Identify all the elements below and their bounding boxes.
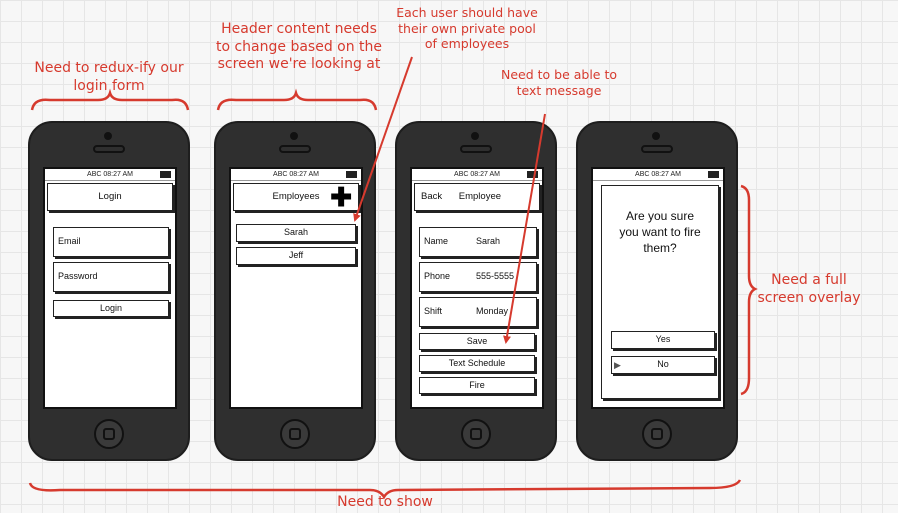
confirm-overlay: Are you sure you want to fire them? Yes … (601, 185, 719, 399)
note-employee-pool: Each user should have their own private … (396, 5, 538, 52)
employees-screen: ABC 08:27 AM Employees ✚ Sarah Jeff (229, 167, 363, 409)
save-button[interactable]: Save (419, 333, 535, 350)
speaker (93, 145, 125, 153)
no-button[interactable]: ▶ No (611, 356, 715, 374)
brace-header (216, 88, 378, 111)
camera (471, 132, 479, 140)
phone-login: ABC 08:27 AM Login Email Password Login (28, 121, 190, 461)
phone-employees: ABC 08:27 AM Employees ✚ Sarah Jeff (214, 121, 376, 461)
login-button[interactable]: Login (53, 300, 169, 317)
home-button (280, 419, 310, 449)
home-button (461, 419, 491, 449)
back-button[interactable]: Back (421, 191, 442, 202)
field-label: Shift (424, 306, 443, 316)
password-field[interactable]: Password (53, 262, 169, 292)
status-text: ABC 08:27 AM (273, 171, 319, 178)
shift-field[interactable]: Shift Monday (419, 297, 537, 327)
text-schedule-button[interactable]: Text Schedule (419, 355, 535, 372)
password-label: Password (58, 271, 98, 281)
no-label: No (657, 359, 669, 369)
employee-row-label: Jeff (288, 250, 304, 260)
login-title: Login (98, 191, 122, 202)
employee-row-label: Sarah (283, 227, 309, 237)
speaker (641, 145, 673, 153)
fire-button[interactable]: Fire (419, 377, 535, 394)
add-employee-icon[interactable]: ✚ (330, 184, 352, 210)
employees-header: Employees ✚ (233, 183, 359, 211)
camera (652, 132, 660, 140)
speaker (279, 145, 311, 153)
employee-title: Employee (458, 191, 502, 202)
battery-icon (708, 171, 719, 178)
phone-field[interactable]: Phone 555-5555 (419, 262, 537, 292)
employee-row-sarah[interactable]: Sarah (236, 224, 356, 242)
employee-row-jeff[interactable]: Jeff (236, 247, 356, 265)
note-fullscreen-overlay: Need a full screen overlay (757, 272, 861, 306)
status-text: ABC 08:27 AM (635, 171, 681, 178)
note-redux-login: Need to redux-ify our login form (34, 60, 184, 94)
camera (104, 132, 112, 140)
yes-button[interactable]: Yes (611, 331, 715, 349)
confirm-question: Are you sure you want to fire them? (619, 209, 701, 255)
text-schedule-label: Text Schedule (448, 358, 506, 368)
employee-screen: ABC 08:27 AM Back Employee Name Sarah Ph… (410, 167, 544, 409)
email-label: Email (58, 236, 81, 246)
yes-label: Yes (655, 334, 671, 344)
employee-header: Back Employee (414, 183, 540, 211)
name-field[interactable]: Name Sarah (419, 227, 537, 257)
email-field[interactable]: Email (53, 227, 169, 257)
home-button (94, 419, 124, 449)
login-button-label: Login (99, 303, 123, 313)
phone-employee-detail: ABC 08:27 AM Back Employee Name Sarah Ph… (395, 121, 557, 461)
cursor-icon: ▶ (614, 360, 621, 370)
camera (290, 132, 298, 140)
home-button (642, 419, 672, 449)
status-text: ABC 08:27 AM (87, 171, 133, 178)
note-header-content: Header content needs to change based on … (215, 21, 383, 72)
battery-icon (527, 171, 538, 178)
fire-label: Fire (469, 380, 485, 390)
field-value: Monday (476, 306, 509, 316)
note-need-to-show: Need to show (337, 494, 433, 510)
field-value: 555-5555 (476, 271, 515, 281)
battery-icon (160, 171, 171, 178)
field-label: Name (424, 236, 449, 246)
login-screen: ABC 08:27 AM Login Email Password Login (43, 167, 177, 409)
phone-confirm-overlay: ABC 08:27 AM Are you sure you want to fi… (576, 121, 738, 461)
login-header: Login (47, 183, 173, 211)
field-label: Phone (424, 271, 451, 281)
speaker (460, 145, 492, 153)
battery-icon (346, 171, 357, 178)
status-text: ABC 08:27 AM (454, 171, 500, 178)
field-value: Sarah (476, 236, 501, 246)
confirm-screen: ABC 08:27 AM Are you sure you want to fi… (591, 167, 725, 409)
employees-title: Employees (272, 191, 320, 202)
save-label: Save (466, 336, 488, 346)
note-text-message: Need to be able to text message (500, 67, 618, 98)
brace-login (30, 88, 190, 111)
